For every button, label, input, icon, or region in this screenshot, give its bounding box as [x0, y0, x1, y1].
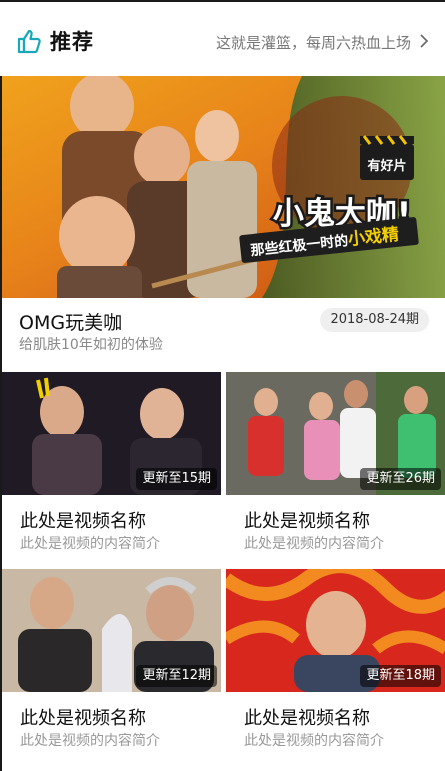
update-badge: 更新至15期 — [136, 468, 217, 490]
featured-desc: 给肌肤10年如初的体验 — [19, 337, 163, 353]
featured-banner[interactable]: 有好片 小鬼大咖! . 那些红极一时的小戏精 — [2, 76, 445, 298]
video-card[interactable]: 更新至15期 此处是视频名称 此处是视频的内容简介 — [2, 372, 221, 562]
video-desc: 此处是视频的内容简介 — [20, 536, 160, 552]
video-name: 此处是视频名称 — [244, 511, 370, 532]
video-name: 此处是视频名称 — [20, 708, 146, 729]
section-subtitle-link[interactable]: 这就是灌篮，每周六热血上场 — [216, 32, 411, 53]
featured-date-badge: 2018-08-24期 — [320, 308, 429, 332]
banner-image: 有好片 小鬼大咖! . 那些红极一时的小戏精 — [2, 76, 445, 298]
update-badge: 更新至26期 — [360, 468, 441, 490]
section-title: 推荐 — [50, 30, 94, 54]
video-desc: 此处是视频的内容简介 — [244, 733, 384, 749]
brand-logo: 有好片 — [360, 135, 414, 180]
video-name: 此处是视频名称 — [244, 708, 370, 729]
video-desc: 此处是视频的内容简介 — [244, 536, 384, 552]
section-header[interactable]: 推荐 这就是灌篮，每周六热血上场 — [0, 2, 445, 76]
thumbs-up-icon — [17, 29, 41, 54]
update-badge: 更新至18期 — [360, 665, 441, 687]
brand-logo-text: 有好片 — [367, 158, 406, 174]
video-card[interactable]: 更新至26期 此处是视频名称 此处是视频的内容简介 — [226, 372, 445, 562]
video-desc: 此处是视频的内容简介 — [20, 733, 160, 749]
video-name: 此处是视频名称 — [20, 511, 146, 532]
video-card[interactable]: 更新至18期 此处是视频名称 此处是视频的内容简介 — [226, 569, 445, 759]
update-badge: 更新至12期 — [136, 665, 217, 687]
video-card[interactable]: 更新至12期 此处是视频名称 此处是视频的内容简介 — [2, 569, 221, 759]
chevron-right-icon[interactable] — [419, 34, 429, 48]
featured-title[interactable]: OMG玩美咖 — [19, 308, 122, 335]
